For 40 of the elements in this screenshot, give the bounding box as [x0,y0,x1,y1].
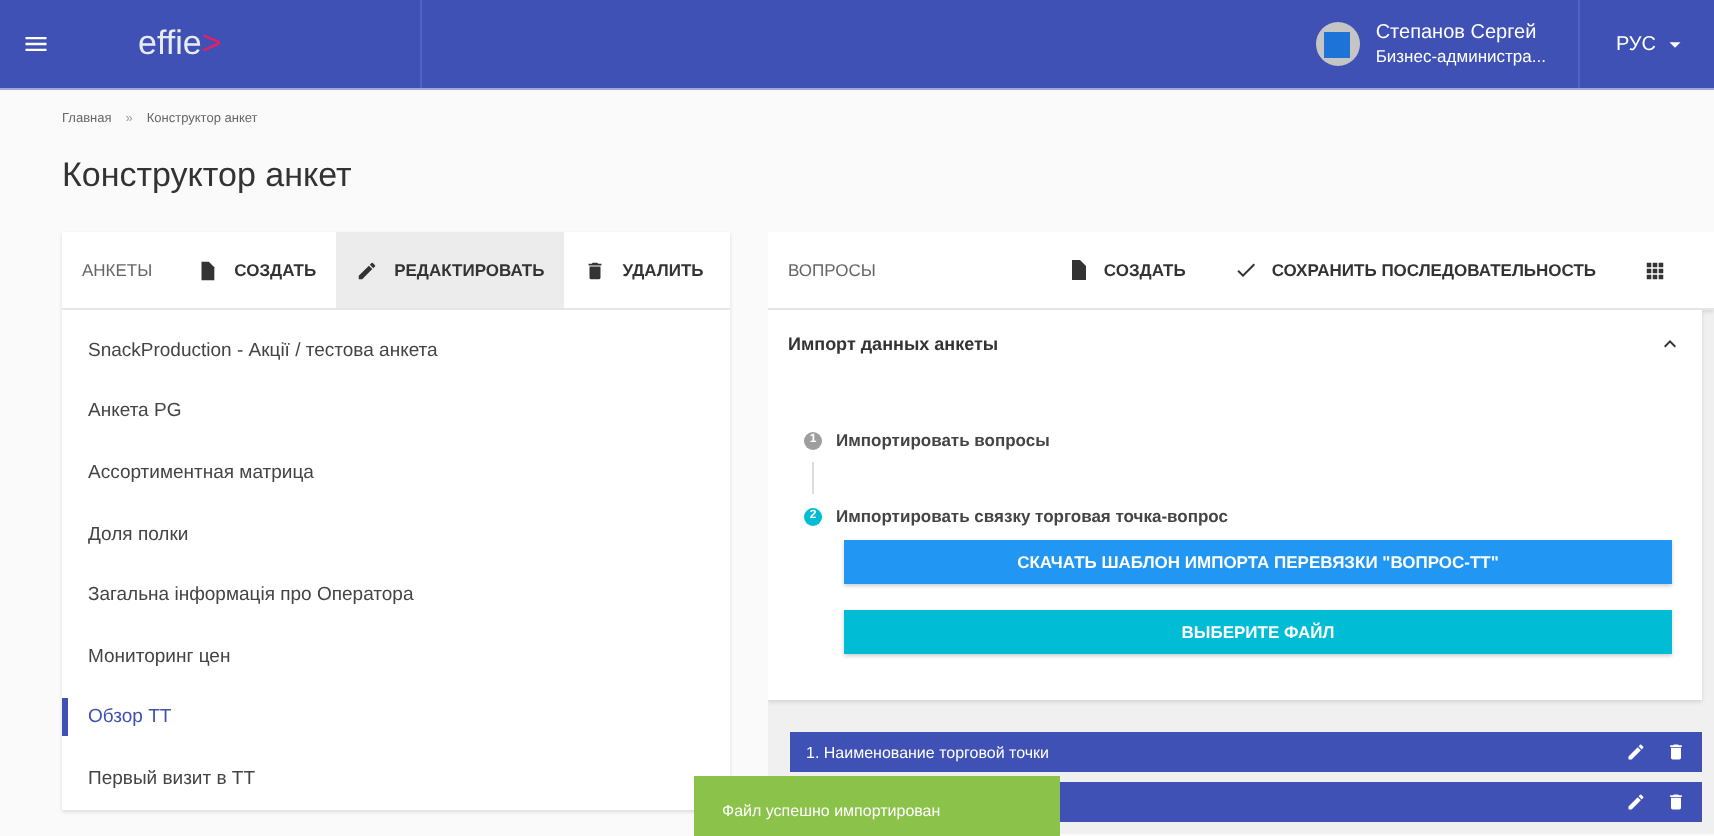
create-button[interactable]: СОЗДАТЬ [1065,258,1186,282]
edit-button[interactable]: РЕДАКТИРОВАТЬ [336,232,565,308]
page-title: Конструктор анкет [62,156,354,196]
grid-icon [1644,259,1666,281]
survey-item[interactable]: Анкета PG [62,381,730,443]
trash-icon [584,259,607,281]
step-label: Импортировать связку торговая точка-вопрос [836,506,1228,526]
trash-icon [1666,792,1686,812]
grid-button[interactable] [1644,259,1666,281]
step-label: Импортировать вопросы [836,430,1050,450]
survey-item[interactable]: Обзор ТТ [62,698,730,737]
create-button[interactable]: СОЗДАТЬ [176,232,337,308]
delete-button[interactable]: УДАЛИТЬ [564,232,724,308]
save-button[interactable]: СОХРАНИТЬ ПОСЛЕДОВАТЕЛЬНОСТЬ [1233,258,1596,282]
pencil-icon [1626,792,1646,812]
survey-item[interactable]: Загальна інформація про Оператора [62,564,730,626]
avatar-icon [1315,22,1360,66]
question-row[interactable]: 1. Наименование торговой точки [790,732,1702,772]
section-title: Импорт данных анкеты [788,334,999,354]
survey-item[interactable]: Доля полки [62,503,730,565]
file-icon [196,259,219,281]
app-logo[interactable]: effie> [138,24,222,64]
pencil-icon [1626,742,1646,762]
pencil-icon [356,259,379,281]
user-role: Бизнес-администра... [1375,45,1546,67]
check-icon [1233,258,1258,282]
panel-title: ВОПРОСЫ [788,260,878,280]
trash-icon [1666,742,1686,762]
delete-button[interactable] [1666,792,1686,812]
user-name: Степанов Сергей [1375,21,1539,45]
panel-title: АНКЕТЫ [80,258,155,284]
survey-item[interactable]: Ассортиментная матрица [62,442,730,504]
language-dropdown[interactable]: РУС [1579,0,1714,88]
survey-item[interactable]: Мониторинг цен [62,625,730,688]
delete-button[interactable] [1666,742,1686,762]
success-toast: Файл успешно импортирован [694,776,1060,836]
question-title: 1. Наименование торговой точки [806,743,1052,761]
edit-button[interactable] [1626,792,1646,812]
survey-item[interactable]: SnackProduction - Акції / тестова анкета [62,320,730,382]
edit-button[interactable] [1626,742,1646,762]
